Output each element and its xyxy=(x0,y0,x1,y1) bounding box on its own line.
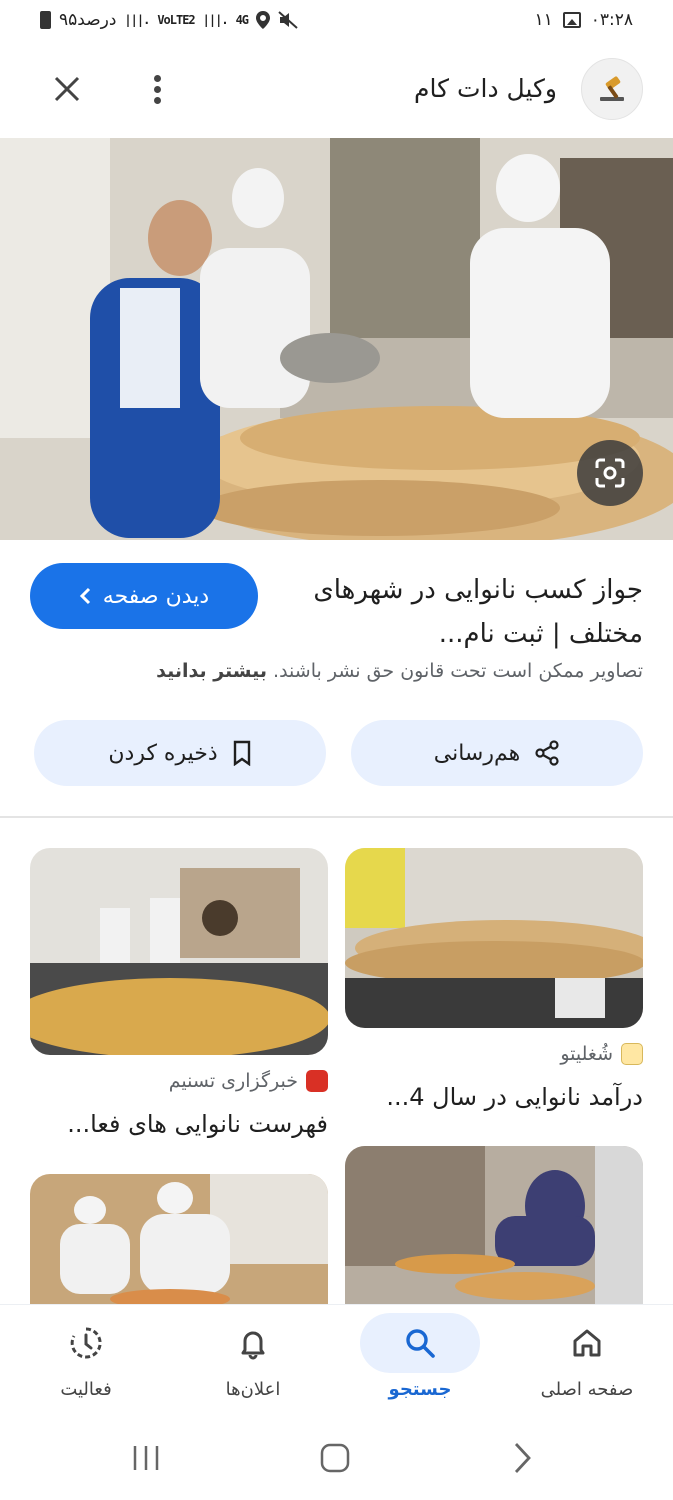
related-source-1: شُغلیتو xyxy=(560,1043,643,1065)
site-logo[interactable] xyxy=(581,58,643,120)
related-image-4[interactable] xyxy=(30,1174,328,1304)
save-button[interactable]: ذخیره کردن xyxy=(34,720,326,786)
search-icon xyxy=(406,1329,435,1358)
status-left: ۹۵درصد |||. VoLTE2 |||. 4G xyxy=(40,10,298,30)
nav-home-pill xyxy=(527,1313,647,1373)
signal-icon-2: |||. xyxy=(202,13,229,27)
clock: ۰۳:۲۸ xyxy=(590,10,633,30)
home-square-icon xyxy=(320,1443,350,1473)
site-name[interactable]: وکیل دات کام xyxy=(414,74,557,103)
copyright-notice: تصاویر ممکن است تحت قانون حق نشر باشند. … xyxy=(156,660,643,682)
related-image-1[interactable] xyxy=(345,848,643,1028)
chevron-left-icon xyxy=(79,587,90,605)
bakery-photo xyxy=(0,138,673,540)
network-type: 4G xyxy=(235,13,249,27)
nav-home-label: صفحه اصلی xyxy=(540,1379,634,1400)
location-icon xyxy=(256,11,271,29)
woman-baker-photo xyxy=(345,1146,643,1304)
nav-notifications[interactable]: اعلان‌ها xyxy=(169,1305,337,1417)
news-logo-icon xyxy=(306,1070,328,1092)
close-icon xyxy=(54,76,80,102)
related-title-1[interactable]: درآمد نانوایی در سال 4... xyxy=(386,1083,643,1111)
share-icon xyxy=(535,740,559,766)
lens-button[interactable] xyxy=(577,440,643,506)
activity-icon xyxy=(70,1327,102,1359)
share-label: هم‌رسانی xyxy=(433,740,521,766)
bread-stack-photo xyxy=(345,848,643,1028)
system-navigation xyxy=(0,1416,673,1500)
more-options-button[interactable] xyxy=(134,66,180,112)
copyright-text: تصاویر ممکن است تحت قانون حق نشر باشند. xyxy=(273,660,643,682)
hero-image[interactable] xyxy=(0,138,673,540)
result-title[interactable]: جواز کسب نانوایی در شهرهای مختلف | ثبت ن… xyxy=(293,568,643,656)
save-label: ذخیره کردن xyxy=(108,740,218,766)
back-button[interactable] xyxy=(492,1436,552,1480)
home-system-button[interactable] xyxy=(305,1436,365,1480)
gavel-icon xyxy=(600,76,624,101)
nav-search[interactable]: جستجو xyxy=(336,1305,504,1417)
nav-notifications-pill xyxy=(193,1313,313,1373)
mute-icon xyxy=(278,11,298,29)
notification-count: ۱۱ xyxy=(534,10,553,30)
magnifier-icon xyxy=(621,1043,643,1065)
visit-page-button[interactable]: دیدن صفحه xyxy=(30,563,258,629)
source-label-1: شُغلیتو xyxy=(560,1043,613,1065)
bottom-navigation: صفحه اصلی جستجو اعلان‌ها فعالیت xyxy=(0,1304,673,1416)
related-source-2: خبرگزاری تسنیم xyxy=(169,1070,328,1092)
gallery-icon xyxy=(562,12,581,28)
nav-search-label: جستجو xyxy=(388,1379,452,1400)
back-chevron-icon xyxy=(514,1443,531,1473)
battery-level: ۹۵درصد xyxy=(59,10,117,30)
nav-notifications-label: اعلان‌ها xyxy=(225,1379,281,1400)
lens-icon xyxy=(595,458,625,488)
nav-activity-label: فعالیت xyxy=(60,1379,112,1400)
source-label-2: خبرگزاری تسنیم xyxy=(168,1070,298,1092)
bell-icon xyxy=(241,1331,265,1360)
related-image-3[interactable] xyxy=(345,1146,643,1304)
bakery-oven-photo xyxy=(30,848,328,1055)
visit-label: دیدن صفحه xyxy=(102,583,210,609)
nav-home[interactable]: صفحه اصلی xyxy=(503,1305,671,1417)
related-image-2[interactable] xyxy=(30,848,328,1055)
share-button[interactable]: هم‌رسانی xyxy=(351,720,643,786)
lte-label: VoLTE2 xyxy=(157,13,195,27)
nav-activity-pill xyxy=(26,1313,146,1373)
recent-apps-icon xyxy=(133,1446,159,1470)
recent-apps-button[interactable] xyxy=(116,1436,176,1480)
divider xyxy=(0,816,673,818)
learn-more-link[interactable]: بیشتر بدانید xyxy=(156,660,267,682)
battery-icon xyxy=(40,11,51,29)
nav-search-pill xyxy=(360,1313,480,1373)
more-vert-icon xyxy=(153,73,161,106)
signal-icon: |||. xyxy=(124,13,150,27)
status-bar: ۹۵درصد |||. VoLTE2 |||. 4G ۱۱ ۰۳:۲۸ xyxy=(0,0,673,44)
bakers-photo xyxy=(30,1174,328,1304)
status-right: ۱۱ ۰۳:۲۸ xyxy=(534,10,633,30)
nav-activity[interactable]: فعالیت xyxy=(2,1305,170,1417)
home-icon xyxy=(573,1329,601,1357)
bookmark-icon xyxy=(233,740,250,766)
close-button[interactable] xyxy=(44,66,90,112)
related-title-2[interactable]: فهرست نانوایی های فعا... xyxy=(67,1110,328,1138)
header: وکیل دات کام xyxy=(0,52,673,128)
